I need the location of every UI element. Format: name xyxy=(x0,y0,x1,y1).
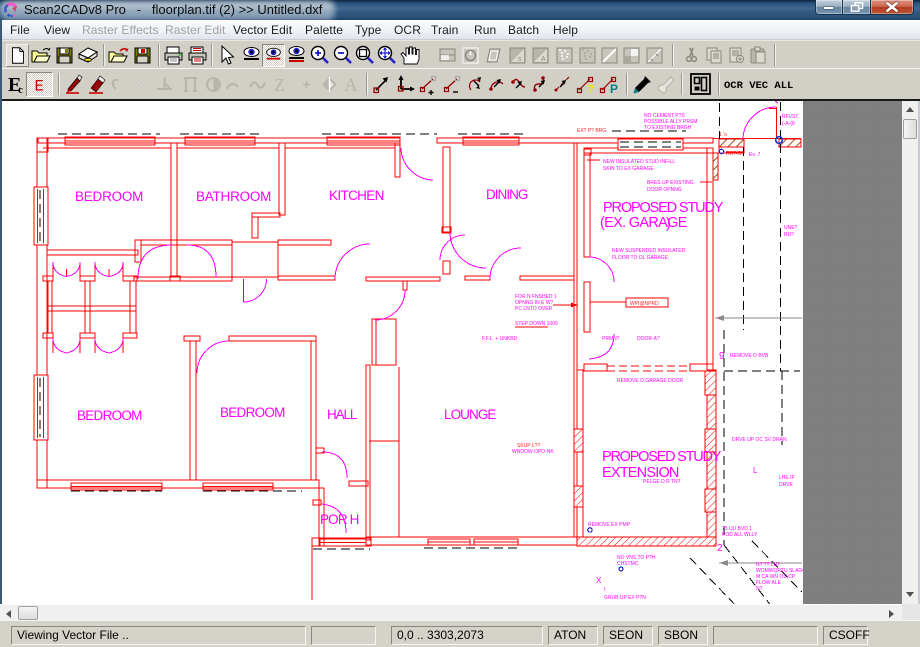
svg-text:POR H: POR H xyxy=(320,512,360,527)
svg-text:PELGE D R TNT: PELGE D R TNT xyxy=(643,479,681,485)
svg-text:N?: N? xyxy=(756,586,763,592)
svg-text:NEW INSULATED STUD INFILL: NEW INSULATED STUD INFILL xyxy=(603,159,675,165)
svg-text:1 'o: 1 'o xyxy=(719,132,727,138)
svg-text:Z: Z xyxy=(274,75,285,95)
svg-text:WPI@NPRD: WPI@NPRD xyxy=(630,301,659,307)
svg-text:BATHROOM: BATHROOM xyxy=(196,189,272,204)
svg-text:DRVE UP OC SV DRAN: DRVE UP OC SV DRAN xyxy=(732,437,787,443)
svg-text:PC LNTO OVER: PC LNTO OVER xyxy=(515,306,553,312)
svg-text:X: X xyxy=(596,576,602,585)
svg-text:BEDROOM: BEDROOM xyxy=(75,189,144,204)
svg-text:s: s xyxy=(518,56,522,63)
svg-text:A: A xyxy=(541,56,546,63)
svg-text:CHSTMC: CHSTMC xyxy=(617,561,639,567)
svg-text:RFVST: RFVST xyxy=(782,114,798,120)
svg-text:PROPOSED STUDY: PROPOSED STUDY xyxy=(602,449,722,465)
svg-text:BEDROOM: BEDROOM xyxy=(77,408,143,423)
svg-text:DOOR-A?: DOOR-A? xyxy=(637,336,660,342)
svg-text:BEDROOM: BEDROOM xyxy=(220,405,286,420)
svg-text:GRUB UP EX P?N: GRUB UP EX P?N xyxy=(604,595,646,601)
svg-text:): ) xyxy=(666,216,671,232)
svg-text:2: 2 xyxy=(717,543,723,554)
svg-text:SKIN TO EX GARAGE: SKIN TO EX GARAGE xyxy=(603,166,654,172)
svg-text:A: A xyxy=(344,75,358,96)
svg-text:PROPOSED STUDY: PROPOSED STUDY xyxy=(603,200,724,216)
svg-text:P: P xyxy=(610,82,618,96)
svg-text:t: t xyxy=(604,587,606,593)
svg-text:KITCHEN: KITCHEN xyxy=(329,188,385,203)
svg-text:REMOVE O BVB: REMOVE O BVB xyxy=(730,353,769,359)
svg-text:NEW SUSPENDED INSULATED: NEW SUSPENDED INSULATED xyxy=(612,248,686,254)
svg-text:Ex. 7: Ex. 7 xyxy=(749,152,761,158)
svg-text:c: c xyxy=(18,84,23,96)
svg-text:LHE IF: LHE IF xyxy=(779,475,795,481)
svg-text:BRES UP EXISTING: BRES UP EXISTING xyxy=(647,180,694,186)
svg-text:L: L xyxy=(753,466,758,475)
svg-text:?: ? xyxy=(587,82,594,96)
svg-text:EX? P? BRG: EX? P? BRG xyxy=(577,128,606,134)
svg-text:(EX. GARAGE: (EX. GARAGE xyxy=(600,215,688,231)
svg-text:REMOVE O GARAGE DOOR: REMOVE O GARAGE DOOR xyxy=(617,378,684,384)
svg-text:UNE?: UNE? xyxy=(784,225,798,231)
svg-text:WNDOW OPO-NK: WNDOW OPO-NK xyxy=(512,449,554,455)
svg-text:LOUNGE: LOUNGE xyxy=(444,407,497,422)
svg-text:REMOVE EX PMP: REMOVE EX PMP xyxy=(588,522,631,528)
svg-text:HALL: HALL xyxy=(327,407,358,422)
svg-text:TO EXISTING BRGH: TO EXISTING BRGH xyxy=(644,125,692,131)
svg-text:RU?: RU? xyxy=(784,232,794,238)
svg-text:F.F.L. + UNKBD: F.F.L. + UNKBD xyxy=(482,336,518,342)
svg-text:STEP DOWN 1000: STEP DOWN 1000 xyxy=(515,321,558,327)
svg-text:DOOR OPNNG: DOOR OPNNG xyxy=(647,187,682,193)
svg-text:9: 9 xyxy=(719,351,725,362)
svg-text:FLOOR TO OL GARAGE: FLOOR TO OL GARAGE xyxy=(612,255,669,261)
svg-text:DINING: DINING xyxy=(486,187,529,202)
svg-text:E: E xyxy=(34,77,43,95)
svg-text:POD ALL WLLY: POD ALL WLLY xyxy=(722,532,758,538)
svg-text:DRVE: DRVE xyxy=(779,482,793,488)
svg-text:(-A-(8: (-A-(8 xyxy=(782,121,795,127)
svg-text:PRMN?: PRMN? xyxy=(602,336,620,342)
